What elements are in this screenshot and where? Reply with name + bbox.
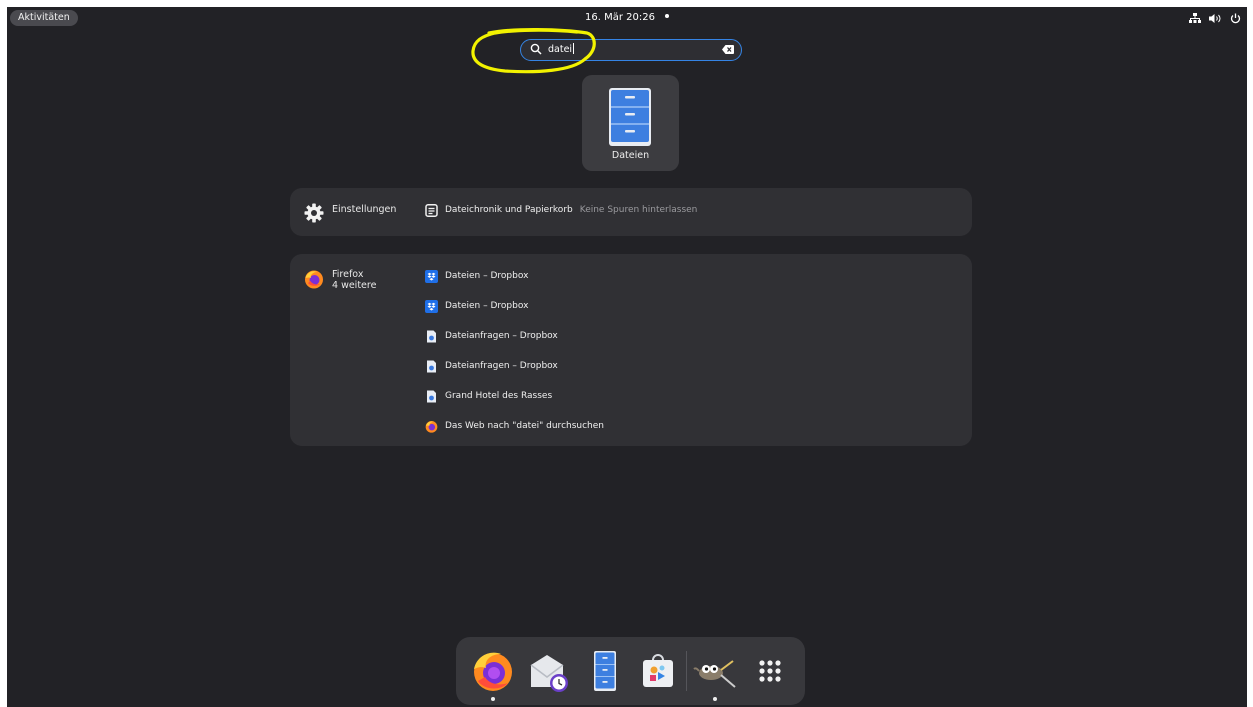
result-title: Dateien – Dropbox <box>445 271 529 281</box>
provider-name: Einstellungen <box>332 204 397 215</box>
dock-separator <box>686 651 687 691</box>
dock-software[interactable] <box>634 647 682 695</box>
result-description: Keine Spuren hinterlassen <box>579 205 698 215</box>
result-item[interactable]: Dateichronik und Papierkorb Keine Spuren… <box>425 203 697 217</box>
dropbox-icon <box>425 299 438 313</box>
result-item[interactable]: Dateien – Dropbox <box>425 269 528 283</box>
dock-files[interactable] <box>581 647 629 695</box>
firefox-icon <box>425 420 438 433</box>
document-icon <box>427 390 436 402</box>
firefox-results-panel: Firefox 4 weitere Dateien – Dropbox Date… <box>290 254 972 446</box>
clear-search-icon[interactable] <box>722 45 734 54</box>
dock-gimp[interactable] <box>691 647 739 701</box>
result-title: Grand Hotel des Rasses <box>445 391 553 401</box>
gear-icon <box>304 203 324 223</box>
dock-mail[interactable] <box>525 647 573 695</box>
result-title: Dateianfragen – Dropbox <box>445 361 558 371</box>
top-bar: Aktivitäten 16. Mär 20:26 <box>7 7 1247 29</box>
dock <box>456 637 805 705</box>
power-icon <box>1230 13 1241 23</box>
desktop-overview: Aktivitäten 16. Mär 20:26 datei Dateien … <box>7 7 1247 707</box>
result-title: Dateianfragen – Dropbox <box>445 331 558 341</box>
running-indicator <box>713 697 717 701</box>
provider-name: Firefox <box>332 269 364 280</box>
dropbox-icon <box>425 269 438 283</box>
dock-app-grid[interactable] <box>746 647 794 695</box>
firefox-provider[interactable]: Firefox 4 weitere <box>304 269 376 291</box>
result-title: Das Web nach "datei" durchsuchen <box>445 421 605 431</box>
files-icon <box>594 651 616 691</box>
clock-label: 16. Mär 20:26 <box>585 12 655 23</box>
gimp-icon <box>693 660 736 688</box>
result-title: Dateien – Dropbox <box>445 301 529 311</box>
settings-results-panel: Einstellungen Dateichronik und Papierkor… <box>290 188 972 236</box>
app-result-label: Dateien <box>611 150 650 161</box>
file-cabinet-icon <box>609 88 651 146</box>
app-result-files[interactable]: Dateien <box>582 75 679 171</box>
result-item[interactable]: Dateianfragen – Dropbox <box>425 359 558 373</box>
system-tray[interactable] <box>1189 11 1241 25</box>
document-icon <box>427 330 436 342</box>
network-wired-icon <box>1189 12 1201 23</box>
mail-clock-icon <box>530 655 568 692</box>
firefox-icon <box>474 652 512 691</box>
result-item[interactable]: Dateianfragen – Dropbox <box>425 329 558 343</box>
running-indicator <box>491 697 495 701</box>
settings-provider[interactable]: Einstellungen <box>304 203 396 223</box>
clock[interactable]: 16. Mär 20:26 <box>7 11 1247 25</box>
volume-icon <box>1209 13 1221 23</box>
software-store-icon <box>643 654 673 687</box>
file-history-icon <box>425 203 438 217</box>
result-item[interactable]: Dateien – Dropbox <box>425 299 528 313</box>
notification-dot-icon <box>664 14 669 18</box>
document-icon <box>427 360 436 372</box>
dock-firefox[interactable] <box>469 647 517 701</box>
result-item[interactable]: Grand Hotel des Rasses <box>425 389 552 403</box>
app-grid-icon <box>759 660 781 682</box>
highlight-annotation <box>471 28 596 74</box>
result-title: Dateichronik und Papierkorb <box>445 205 573 215</box>
firefox-icon <box>305 270 323 289</box>
provider-more-count: 4 weitere <box>332 280 377 291</box>
web-search-result[interactable]: Das Web nach "datei" durchsuchen <box>425 419 604 433</box>
